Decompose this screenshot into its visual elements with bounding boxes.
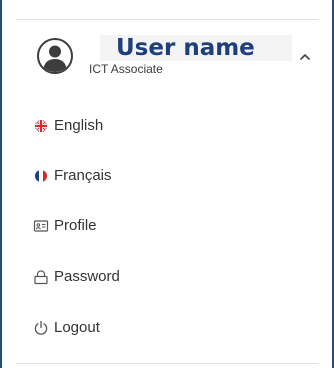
menu-item-logout[interactable]: Logout xyxy=(16,309,318,347)
menu-item-profile[interactable]: Profile xyxy=(16,207,318,245)
top-divider xyxy=(16,19,318,20)
avatar xyxy=(37,38,73,74)
user-silhouette-icon xyxy=(43,45,67,72)
menu-item-english[interactable]: English xyxy=(16,107,318,145)
id-card-icon xyxy=(33,218,49,234)
france-flag-icon xyxy=(33,168,49,184)
menu-item-label: English xyxy=(54,117,104,134)
menu-item-francais[interactable]: Français xyxy=(16,157,318,195)
uk-flag-icon xyxy=(33,118,49,134)
menu-item-label: Profile xyxy=(54,217,97,234)
user-name: User name xyxy=(116,35,255,61)
chevron-up-icon[interactable] xyxy=(298,50,312,64)
power-icon xyxy=(33,320,49,336)
user-menu-toggle[interactable]: User name ICT Associate xyxy=(16,28,318,84)
bottom-divider xyxy=(16,363,318,364)
menu-item-label: Logout xyxy=(54,319,100,336)
user-role: ICT Associate xyxy=(89,62,163,76)
menu-item-label: Français xyxy=(54,167,112,184)
menu-item-label: Password xyxy=(54,268,120,285)
user-menu-panel: User name ICT Associate English Français… xyxy=(0,0,334,368)
lock-icon xyxy=(33,269,49,285)
menu-item-password[interactable]: Password xyxy=(16,258,318,296)
